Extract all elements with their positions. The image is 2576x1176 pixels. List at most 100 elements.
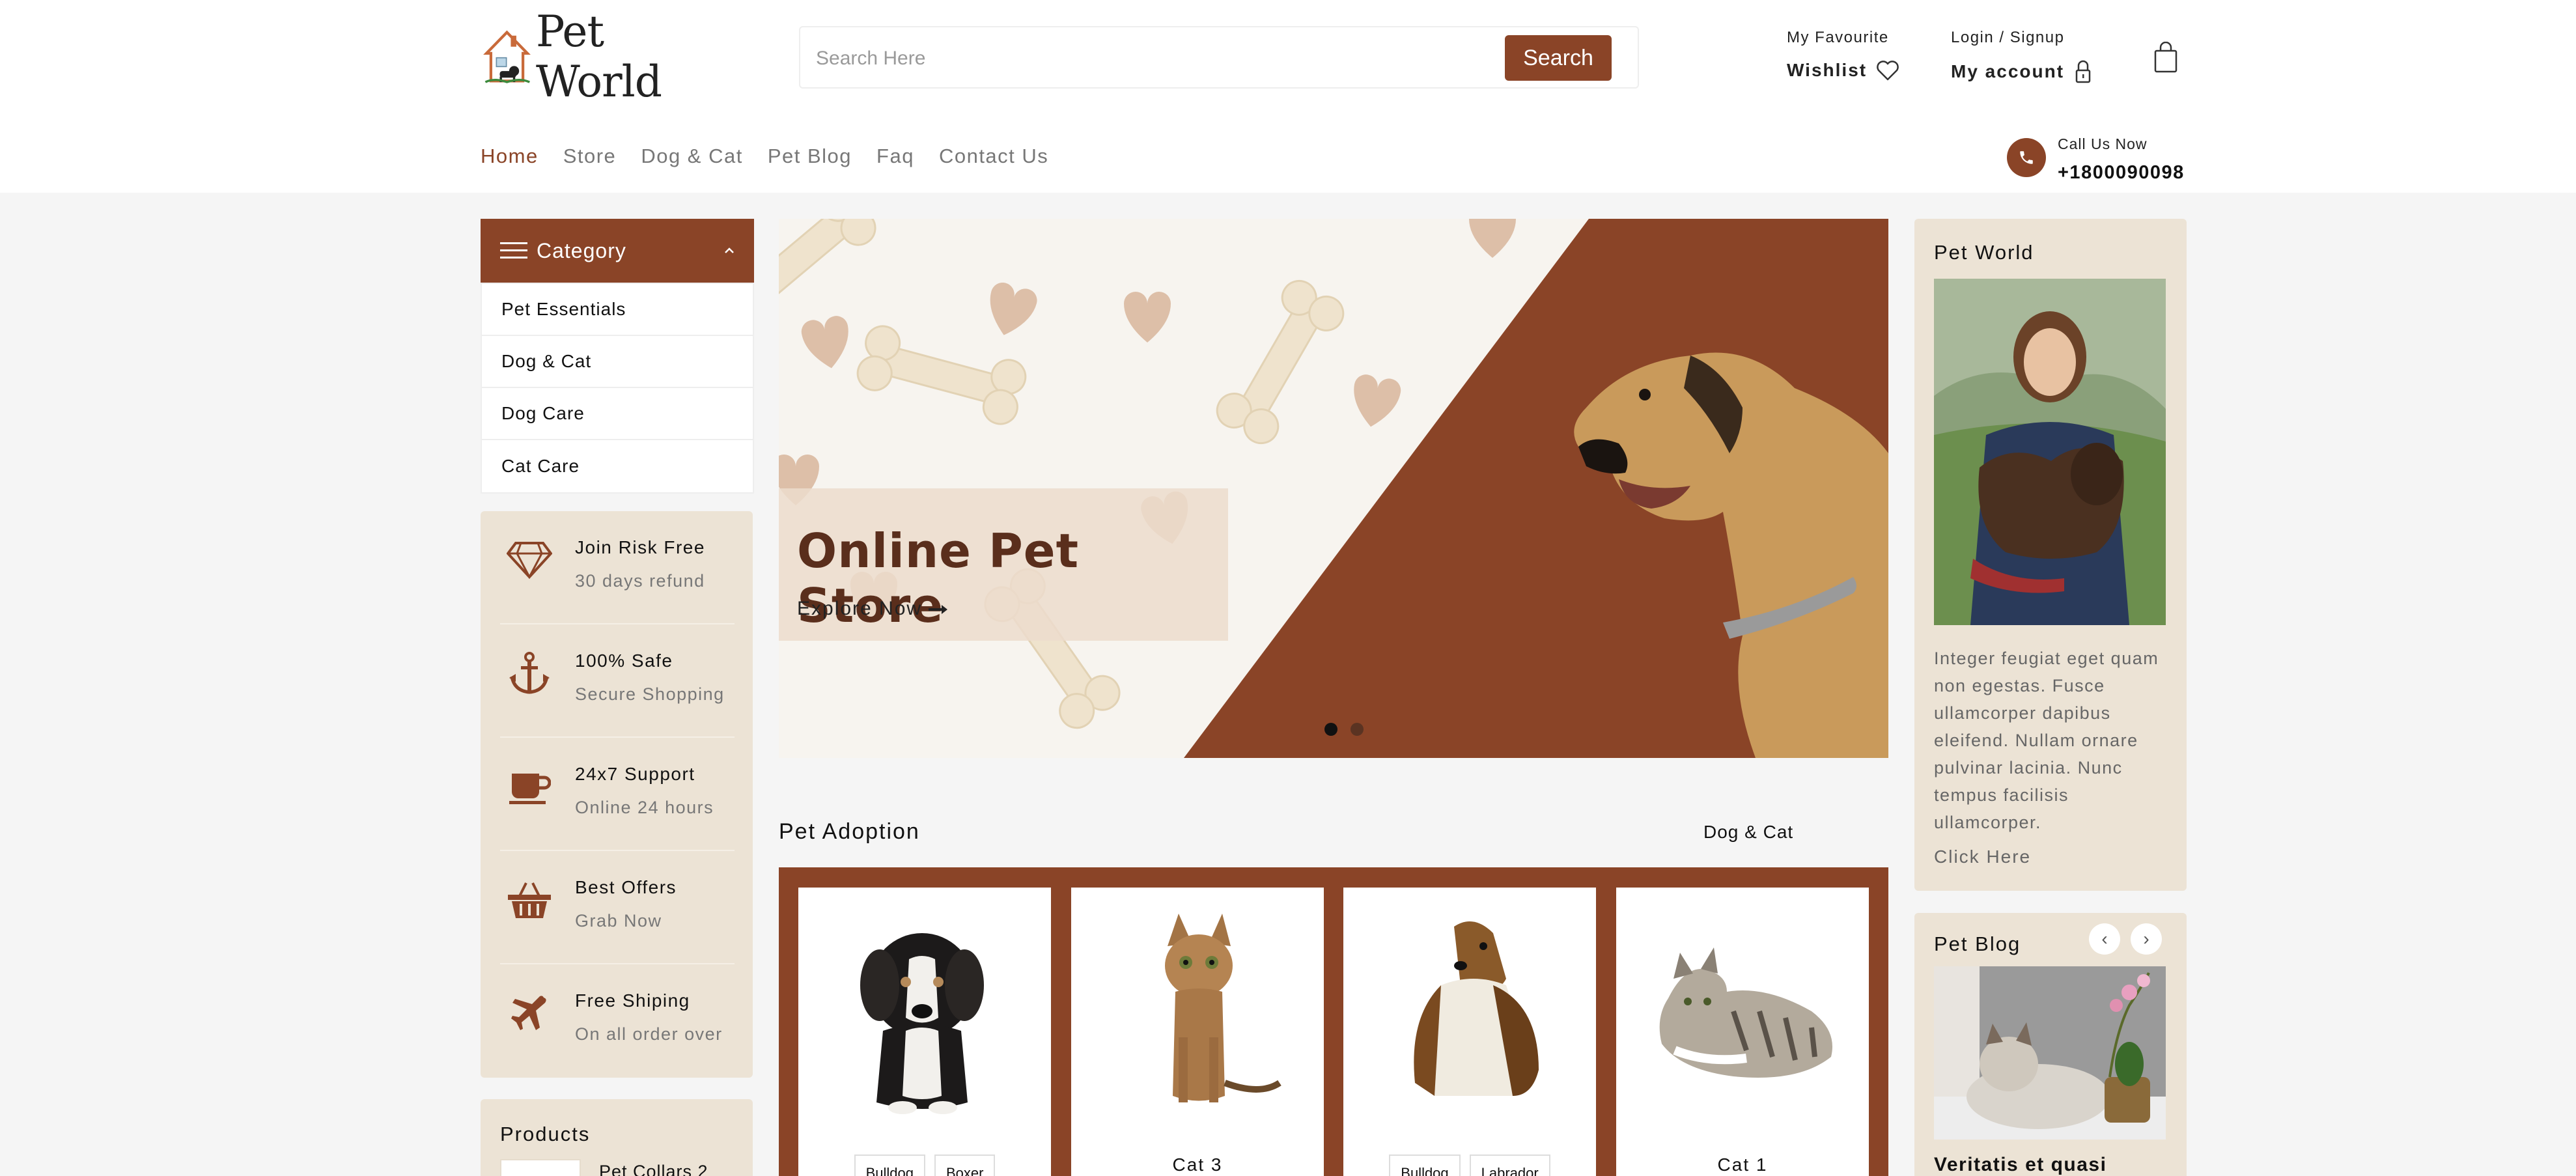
- pet-tags: Bulldog Boxer: [798, 1155, 1051, 1176]
- pet-name: Cat 3: [1172, 1155, 1223, 1175]
- logo-text: Pet World: [535, 7, 662, 107]
- basket-icon: [507, 877, 552, 923]
- feature-item: 24x7 Support Online 24 hours: [500, 738, 735, 851]
- nav-item-store[interactable]: Store: [563, 145, 617, 168]
- nav-item-pet-blog[interactable]: Pet Blog: [768, 145, 852, 168]
- pet-card[interactable]: Cat 1: [1616, 888, 1869, 1176]
- blog-post-image[interactable]: [1934, 966, 2166, 1140]
- banner-caption: Online Pet Store Explore Now: [779, 488, 1228, 641]
- wishlist-label: Wishlist: [1787, 60, 1868, 80]
- phone-number[interactable]: +1800090098: [2058, 162, 2185, 184]
- logo[interactable]: Pet World: [483, 7, 711, 107]
- pet-world-title: Pet World: [1934, 241, 2034, 264]
- feature-subtitle: Grab Now: [575, 911, 662, 931]
- pet-tag[interactable]: Labrador: [1469, 1155, 1550, 1176]
- nav-item-home[interactable]: Home: [481, 145, 539, 168]
- pet-world-image: [1934, 279, 2166, 625]
- lock-icon: [2075, 60, 2091, 83]
- feature-item: Best Offers Grab Now: [500, 851, 735, 964]
- pet-blog-title: Pet Blog: [1934, 932, 2021, 955]
- puppy-image: [860, 933, 984, 1114]
- blog-prev-button[interactable]: ‹: [2089, 923, 2120, 955]
- main-nav: Home Store Dog & Cat Pet Blog Faq Contac…: [481, 145, 1048, 168]
- search-button[interactable]: Search: [1505, 35, 1612, 81]
- phone-icon-badge: [2007, 138, 2046, 177]
- category-title: Category: [537, 238, 626, 262]
- arrow-right-icon: [929, 605, 948, 615]
- coffee-cup-icon: [507, 764, 552, 809]
- cat-with-orchid-image: [1934, 966, 2166, 1140]
- hamburger-menu-icon: [500, 242, 527, 259]
- nav-item-dog-cat[interactable]: Dog & Cat: [641, 145, 743, 168]
- anchor-icon: [507, 651, 552, 696]
- nav-item-contact-us[interactable]: Contact Us: [939, 145, 1048, 168]
- heart-icon: [1877, 61, 1899, 81]
- blog-next-button[interactable]: ›: [2131, 923, 2162, 955]
- phone-icon: [2020, 151, 2033, 164]
- category-item[interactable]: Pet Essentials: [482, 284, 753, 336]
- pet-blog-panel: Pet Blog ‹ › Veritatis et quasi: [1914, 913, 2187, 1176]
- wishlist-link[interactable]: My Favourite Wishlist: [1787, 29, 1901, 82]
- category-toggle[interactable]: Category: [481, 219, 754, 283]
- feature-subtitle: On all order over: [575, 1024, 723, 1044]
- pet-card[interactable]: Bulldog Boxer: [798, 888, 1051, 1176]
- feature-title: Free Shiping: [575, 990, 690, 1011]
- feature-title: Best Offers: [575, 877, 677, 897]
- feature-item: Free Shiping On all order over: [500, 964, 735, 1078]
- call-us-label: Call Us Now: [2058, 135, 2148, 152]
- pet-tag[interactable]: Bulldog: [1389, 1155, 1461, 1176]
- account-link[interactable]: Login / Signup My account: [1951, 29, 2093, 85]
- feature-title: 24x7 Support: [575, 764, 695, 784]
- search-bar: Search: [799, 26, 1639, 89]
- explore-now-link[interactable]: Explore Now: [797, 598, 948, 620]
- pet-tag[interactable]: Bulldog: [854, 1155, 925, 1176]
- features-panel: Join Risk Free 30 days refund 100% Safe …: [481, 511, 753, 1078]
- nav-item-faq[interactable]: Faq: [876, 145, 914, 168]
- product-thumbnail[interactable]: [500, 1159, 581, 1176]
- pet-card[interactable]: Cat 3: [1071, 888, 1324, 1176]
- shopping-bag-icon[interactable]: [2153, 42, 2179, 74]
- pet-tag[interactable]: Boxer: [934, 1155, 996, 1176]
- pet-world-description: Integer feugiat eget quam non egestas. F…: [1934, 649, 2159, 832]
- feature-subtitle: Online 24 hours: [575, 798, 714, 817]
- call-us-block: Call Us Now +1800090098: [2058, 135, 2185, 184]
- pet-world-panel: Pet World Integer feugiat eget quam non …: [1914, 219, 2187, 891]
- pet-tags: Bulldog Labrador: [1343, 1155, 1596, 1176]
- chevron-up-icon: [725, 247, 734, 253]
- lying-cat-image: [1659, 947, 1832, 1078]
- feature-title: Join Risk Free: [575, 537, 705, 557]
- header: Pet World Search My Favourite Wishlist L…: [0, 0, 2576, 193]
- slider-dot-active[interactable]: [1324, 723, 1337, 736]
- slider-dot[interactable]: [1351, 723, 1364, 736]
- diamond-icon: [507, 537, 552, 583]
- pet-adoption-title: Pet Adoption: [779, 819, 920, 844]
- feature-item: Join Risk Free 30 days refund: [500, 511, 735, 624]
- feature-subtitle: 30 days refund: [575, 571, 705, 591]
- feature-subtitle: Secure Shopping: [575, 684, 725, 704]
- blog-post-title[interactable]: Veritatis et quasi: [1934, 1154, 2107, 1176]
- search-input[interactable]: [816, 40, 1500, 77]
- category-item[interactable]: Dog Care: [482, 388, 753, 440]
- wishlist-top-label: My Favourite: [1787, 29, 1889, 46]
- pet-card[interactable]: Bulldog Labrador: [1343, 888, 1596, 1176]
- airplane-icon: [507, 990, 552, 1036]
- products-title: Products: [500, 1123, 591, 1145]
- feature-title: 100% Safe: [575, 651, 673, 671]
- explore-now-label: Explore Now: [797, 598, 923, 619]
- pet-name: Cat 1: [1717, 1155, 1768, 1175]
- account-top-label: Login / Signup: [1951, 29, 2065, 46]
- category-item[interactable]: Cat Care: [482, 440, 753, 492]
- category-item[interactable]: Dog & Cat: [482, 336, 753, 388]
- account-label: My account: [1951, 61, 2065, 81]
- product-name[interactable]: Pet Collars 2: [599, 1162, 708, 1176]
- kitten-image: [1165, 914, 1281, 1102]
- collie-image: [1414, 921, 1539, 1096]
- feature-item: 100% Safe Secure Shopping: [500, 624, 735, 738]
- click-here-link[interactable]: Click Here: [1934, 847, 2031, 867]
- tab-dog-cat[interactable]: Dog & Cat: [1703, 822, 1793, 843]
- chevron-right-icon: ›: [2143, 929, 2149, 949]
- products-panel: Products Pet Collars 2: [481, 1099, 753, 1176]
- category-list: Pet Essentials Dog & Cat Dog Care Cat Ca…: [481, 283, 754, 494]
- chevron-left-icon: ‹: [2101, 929, 2108, 949]
- pet-house-logo-icon: [483, 30, 531, 83]
